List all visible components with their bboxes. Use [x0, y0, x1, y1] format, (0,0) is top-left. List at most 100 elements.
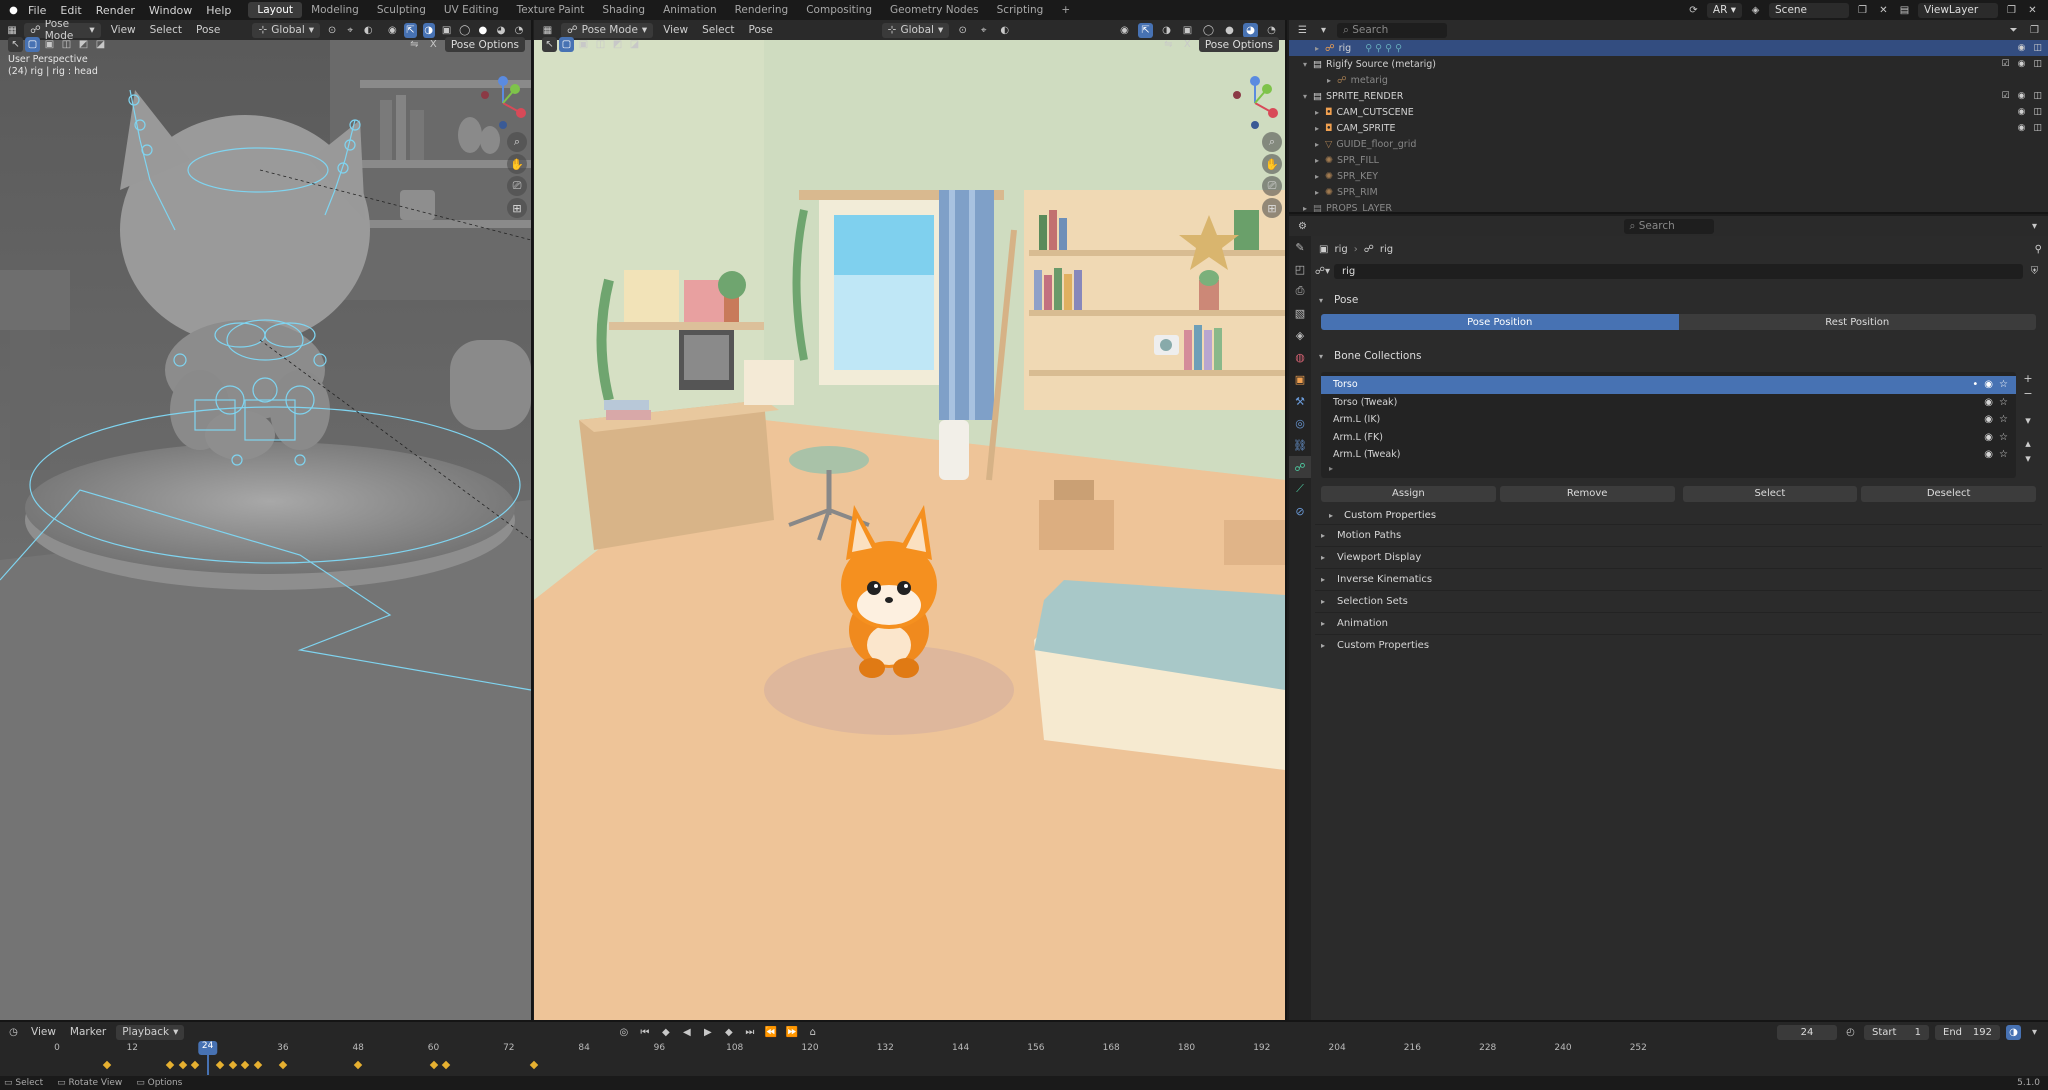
- select-new-icon[interactable]: ▢: [559, 37, 574, 52]
- overlay-toggle-icon[interactable]: ◑: [422, 22, 435, 38]
- menu-help[interactable]: Help: [199, 4, 238, 17]
- constraint-tab-icon[interactable]: ⛓: [1289, 434, 1311, 456]
- playhead[interactable]: 24: [197, 1041, 218, 1055]
- menu-marker[interactable]: Marker: [66, 1026, 110, 1038]
- list-expand-arrow-icon[interactable]: ▸: [1321, 464, 2016, 474]
- expand-arrow-icon[interactable]: ▸: [1327, 76, 1337, 85]
- checkbox-icon[interactable]: ☑: [2002, 91, 2010, 101]
- editor-type-icon[interactable]: ▦: [6, 23, 18, 38]
- selection-sets-panel[interactable]: ▸ Selection Sets: [1315, 590, 2042, 612]
- visibility-icon[interactable]: ◉: [386, 23, 398, 38]
- eye-icon[interactable]: ◉: [1984, 397, 1993, 408]
- scene-tab-icon[interactable]: ◈: [1289, 324, 1311, 346]
- select-tool-icon[interactable]: ↖: [8, 37, 23, 52]
- snap-icon[interactable]: ⌖: [344, 23, 356, 38]
- gizmo-toggle-icon[interactable]: ⇱: [1138, 22, 1154, 38]
- viewport-left[interactable]: ▦ ☍ Pose Mode ▾ View Select Pose ⊹ Global …: [0, 20, 533, 1020]
- animation-panel[interactable]: ▸ Animation: [1315, 612, 2042, 634]
- keyframe-marker[interactable]: [178, 1060, 187, 1070]
- view-options-icon[interactable]: ◑: [2006, 1024, 2021, 1040]
- visibility-icon[interactable]: ◉: [1117, 23, 1132, 38]
- shading-solid-icon[interactable]: ●: [1222, 23, 1237, 38]
- outliner-row-metarig[interactable]: ▸ ☍ metarig: [1289, 72, 2048, 88]
- pose-panel-header[interactable]: ▾ Pose: [1315, 290, 2042, 310]
- expand-arrow-icon[interactable]: ▸: [1315, 172, 1325, 181]
- shading-material-icon[interactable]: ◕: [495, 23, 507, 38]
- viewport-right-canvas[interactable]: ↖ ▢ ▣ ◫ ◩ ◪ ⇋ X Pose Options ⌕ ✋ ⎚ ⊞: [534, 37, 1285, 1020]
- expand-arrow-icon[interactable]: ▸: [1315, 124, 1325, 133]
- gizmo-y-icon[interactable]: [1262, 84, 1272, 94]
- camera-icon[interactable]: ◫: [2033, 91, 2042, 101]
- start-frame-field[interactable]: Start 1: [1864, 1024, 1929, 1040]
- outliner-row-spr-fill[interactable]: ▸ ✺ SPR_FILL: [1289, 152, 2048, 168]
- gizmo-toggle-icon[interactable]: ⇱: [404, 22, 417, 38]
- shading-material-icon[interactable]: ◕: [1243, 22, 1259, 38]
- outliner-row-sprite-render[interactable]: ▾ ▤ SPRITE_RENDER ☑ ◉ ◫: [1289, 88, 2048, 104]
- eye-icon[interactable]: ◉: [2018, 91, 2026, 101]
- zoom-icon[interactable]: ⌕: [507, 132, 527, 152]
- properties-search-input[interactable]: ⌕ Search: [1623, 218, 1714, 234]
- select-subtract-icon[interactable]: ◫: [593, 37, 608, 52]
- play-icon[interactable]: ▶: [700, 1025, 715, 1040]
- gizmo-x-icon[interactable]: [516, 108, 526, 118]
- menu-file[interactable]: File: [21, 4, 53, 17]
- pivot-icon[interactable]: ⊙: [326, 23, 338, 38]
- jump-end-icon[interactable]: ⏭: [742, 1025, 757, 1040]
- mode-selector[interactable]: ☍ Pose Mode ▾: [24, 20, 101, 42]
- chevron-down-icon[interactable]: ▾: [2027, 1025, 2042, 1040]
- world-tab-icon[interactable]: ◍: [1289, 346, 1311, 368]
- gizmo-x-icon[interactable]: [1268, 108, 1278, 118]
- modifier-tab-icon[interactable]: ⚒: [1289, 390, 1311, 412]
- outliner-row-cam-cutscene[interactable]: ▸ ◘ CAM_CUTSCENE ◉ ◫: [1289, 104, 2048, 120]
- overlay-toggle-icon[interactable]: ◑: [1159, 23, 1174, 38]
- eye-icon[interactable]: ◉: [1984, 414, 1993, 425]
- shading-render-icon[interactable]: ◔: [1264, 23, 1279, 38]
- clock-icon[interactable]: ◴: [1843, 1025, 1858, 1040]
- output-tab-icon[interactable]: ⎙: [1289, 280, 1311, 302]
- gizmo-y-icon[interactable]: [510, 84, 520, 94]
- chevron-down-icon[interactable]: ▾: [2025, 414, 2031, 427]
- custom-properties-subpanel[interactable]: ▸ Custom Properties: [1315, 506, 2042, 526]
- zoom-icon[interactable]: ⌕: [1262, 132, 1282, 152]
- select-subtract-icon[interactable]: ◫: [59, 37, 74, 52]
- x-axis-icon[interactable]: X: [426, 37, 441, 52]
- armature-data-tab-icon[interactable]: ☍: [1289, 456, 1311, 478]
- star-icon[interactable]: ☆: [1999, 397, 2008, 408]
- navigation-gizmo[interactable]: [1227, 75, 1283, 131]
- camera-icon[interactable]: ◫: [2033, 107, 2042, 117]
- proportional-icon[interactable]: ◐: [997, 23, 1012, 38]
- bone-collection-row[interactable]: Torso • ◉ ☆: [1321, 376, 2016, 394]
- camera-icon[interactable]: ◫: [2033, 59, 2042, 69]
- expand-arrow-icon[interactable]: ▸: [1315, 140, 1325, 149]
- eye-icon[interactable]: ◉: [2018, 123, 2026, 133]
- keyframe-marker[interactable]: [102, 1060, 112, 1070]
- star-icon[interactable]: ☆: [1999, 432, 2008, 443]
- motion-paths-panel[interactable]: ▸ Motion Paths: [1315, 524, 2042, 546]
- bone-collection-row[interactable]: Torso (Tweak) ◉ ☆: [1321, 394, 2016, 412]
- camera-icon[interactable]: ◫: [2033, 123, 2042, 133]
- bone-constraint-tab-icon[interactable]: ⊘: [1289, 500, 1311, 522]
- menu-pose[interactable]: Pose: [745, 24, 777, 36]
- viewlayer-selector[interactable]: ViewLayer: [1918, 2, 1998, 18]
- copy-scene-icon[interactable]: ❐: [1855, 3, 1870, 18]
- menu-window[interactable]: Window: [142, 4, 199, 17]
- eye-icon[interactable]: ◉: [2018, 59, 2026, 69]
- prev-keyframe-icon[interactable]: ◆: [658, 1025, 673, 1040]
- menu-pose[interactable]: Pose: [192, 24, 224, 36]
- gizmo-z-icon[interactable]: [1250, 76, 1260, 86]
- remove-collection-icon[interactable]: −: [2023, 387, 2032, 400]
- view-layer-tab-icon[interactable]: ▧: [1289, 302, 1311, 324]
- ar-selector[interactable]: AR ▾: [1706, 2, 1742, 18]
- shading-wire-icon[interactable]: ◯: [1201, 23, 1216, 38]
- menu-view[interactable]: View: [27, 1026, 60, 1038]
- move-down-icon[interactable]: ▾: [2025, 452, 2031, 465]
- outliner-row-props-layer[interactable]: ▸ ▤ PROPS_LAYER: [1289, 200, 2048, 213]
- pivot-icon[interactable]: ⊙: [955, 23, 970, 38]
- render-tab-icon[interactable]: ◰: [1289, 258, 1311, 280]
- filter-icon[interactable]: ⏷: [2006, 23, 2021, 38]
- xray-icon[interactable]: ▣: [441, 23, 453, 38]
- keyframe-marker[interactable]: [253, 1060, 263, 1070]
- step-forward-icon[interactable]: ⏩: [784, 1025, 799, 1040]
- bone-collections-header[interactable]: ▾ Bone Collections: [1315, 346, 2042, 366]
- orientation-selector[interactable]: ⊹ Global ▾: [881, 22, 950, 38]
